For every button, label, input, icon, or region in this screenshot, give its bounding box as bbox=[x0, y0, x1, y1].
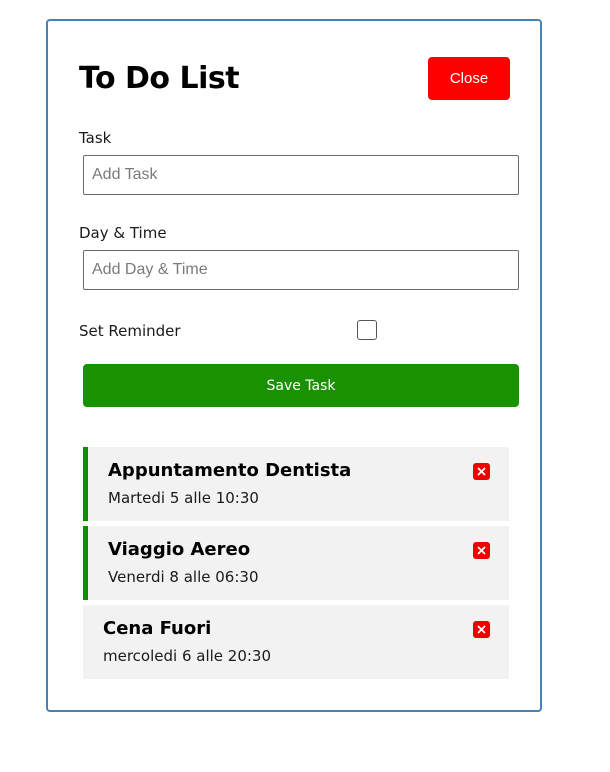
task-time: Martedi 5 alle 10:30 bbox=[108, 489, 259, 507]
task-item[interactable]: Appuntamento Dentista Martedi 5 alle 10:3… bbox=[83, 447, 509, 521]
task-time: mercoledi 6 alle 20:30 bbox=[103, 647, 272, 665]
task-title: Appuntamento Dentista bbox=[108, 460, 352, 481]
task-time: Venerdi 8 alle 06:30 bbox=[108, 568, 259, 586]
reminder-checkbox[interactable] bbox=[357, 320, 377, 340]
task-list: Appuntamento Dentista Martedi 5 alle 10:3… bbox=[83, 447, 509, 684]
save-task-button[interactable]: Save Task bbox=[83, 364, 519, 407]
task-title: Viaggio Aereo bbox=[108, 539, 251, 560]
close-icon[interactable] bbox=[473, 463, 490, 480]
datetime-input[interactable] bbox=[83, 250, 519, 290]
close-button[interactable]: Close bbox=[428, 57, 510, 100]
header: To Do List Close bbox=[79, 57, 511, 101]
task-input[interactable] bbox=[83, 155, 519, 195]
task-item[interactable]: Cena Fuori mercoledi 6 alle 20:30 bbox=[83, 605, 509, 679]
task-item[interactable]: Viaggio Aereo Venerdi 8 alle 06:30 bbox=[83, 526, 509, 600]
page-title: To Do List bbox=[79, 61, 240, 96]
close-icon[interactable] bbox=[473, 621, 490, 638]
reminder-label: Set Reminder bbox=[79, 322, 181, 340]
todo-container: To Do List Close Task Day & Time Set Rem… bbox=[46, 19, 542, 712]
datetime-label: Day & Time bbox=[79, 224, 167, 242]
close-icon[interactable] bbox=[473, 542, 490, 559]
task-label: Task bbox=[79, 129, 112, 147]
task-title: Cena Fuori bbox=[103, 618, 212, 639]
